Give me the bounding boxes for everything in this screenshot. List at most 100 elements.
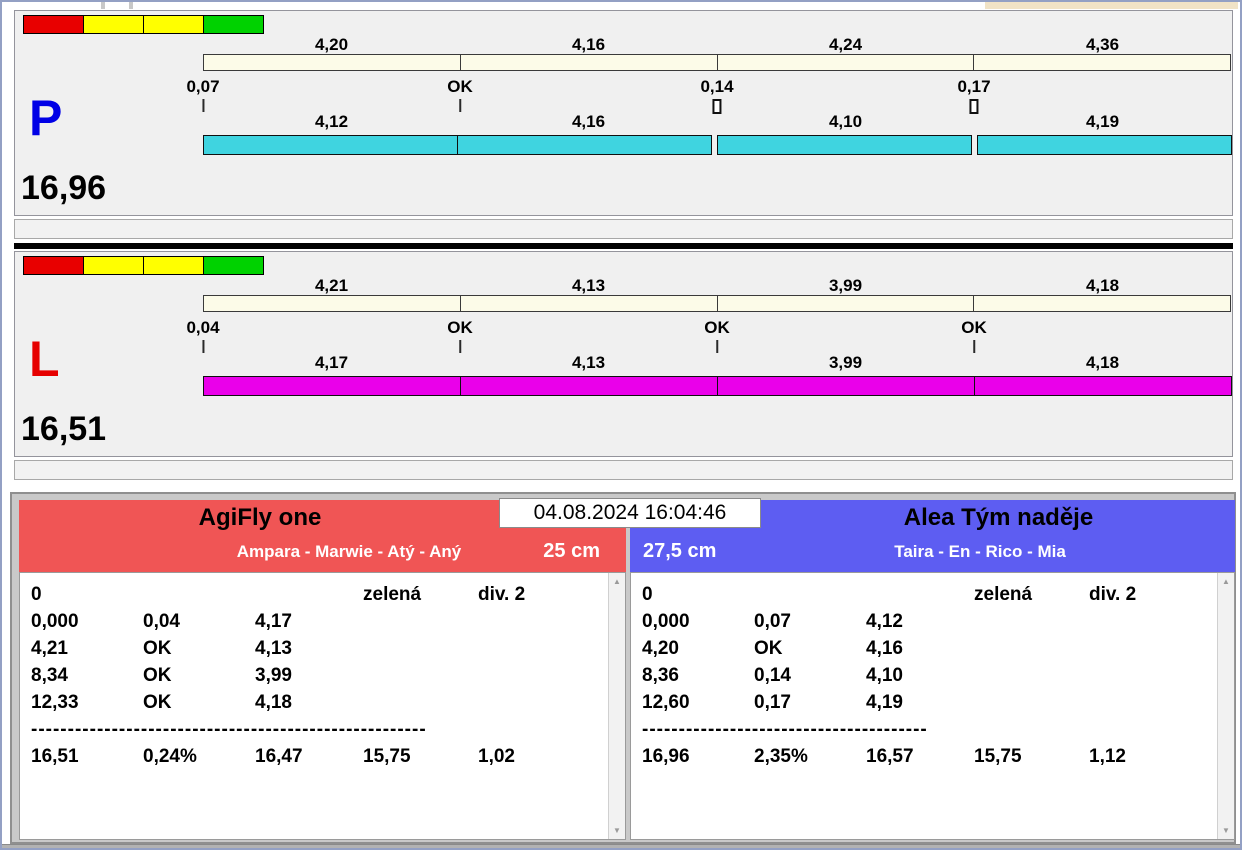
split-values-clean: 4,17 4,13 3,99 4,18 xyxy=(203,353,1231,373)
table-cell: 16,51 xyxy=(31,746,143,768)
bar-segment xyxy=(974,55,1230,70)
checkpoint-label: 0,14 xyxy=(700,77,733,97)
bar-segment xyxy=(457,135,712,155)
split-values-total: 4,21 4,13 3,99 4,18 xyxy=(203,276,1231,296)
table-cell: 0,17 xyxy=(754,692,866,714)
checkpoint: 0,17 xyxy=(957,77,990,114)
split-value: 4,24 xyxy=(717,35,974,55)
table-cell: 16,57 xyxy=(866,746,974,768)
table-cell: 0,24% xyxy=(143,746,255,768)
checkpoint-label: 0,07 xyxy=(186,77,219,97)
run-panel-p: P 4,20 4,16 4,24 4,36 0,07 OK 0,14 0,17 xyxy=(14,10,1233,216)
split-value: 3,99 xyxy=(717,276,974,296)
split-value: 4,18 xyxy=(974,276,1231,296)
results-table-right: ▲ ▼ 0zelenádiv. 20,0000,074,124,20OK4,16… xyxy=(630,572,1235,840)
results-section: AgiFly one Ampara - Marwie - Atý - Aný 2… xyxy=(10,492,1236,844)
scroll-down-icon[interactable]: ▼ xyxy=(1218,826,1234,835)
table-cell: 4,12 xyxy=(866,611,974,633)
table-cell: OK xyxy=(754,638,866,660)
table-row: ----------------------------------------… xyxy=(20,719,625,746)
total-time: 16,51 xyxy=(21,412,106,446)
checkpoint-marker-icon xyxy=(459,340,461,353)
table-cell: 4,18 xyxy=(255,692,363,714)
checkpoint: 0,14 xyxy=(700,77,733,114)
bar-segment xyxy=(203,135,458,155)
checkpoint-label: OK xyxy=(447,318,473,338)
window-chrome-tick xyxy=(101,2,105,9)
jump-height-label: 27,5 cm xyxy=(643,540,716,563)
scroll-up-icon[interactable]: ▲ xyxy=(1218,577,1234,586)
status-segment-green xyxy=(203,256,264,275)
checkpoint-label: OK xyxy=(447,77,473,97)
checkpoint-label: 0,04 xyxy=(186,318,219,338)
checkpoint-label: OK xyxy=(704,318,730,338)
table-row: 4,21OK4,13 xyxy=(20,638,625,665)
table-row: 12,33OK4,18 xyxy=(20,692,625,719)
table-cell: zelená xyxy=(363,584,478,606)
checkpoint-marker-icon xyxy=(973,340,975,353)
table-row: 8,360,144,10 xyxy=(631,665,1234,692)
checkpoint-label: OK xyxy=(961,318,987,338)
table-row: 0 zelenádiv. 2 xyxy=(631,584,1234,611)
results-table-left: ▲ ▼ 0zelenádiv. 20,0000,044,174,21OK4,13… xyxy=(19,572,626,840)
table-cell: 12,60 xyxy=(642,692,754,714)
table-cell: 16,96 xyxy=(642,746,754,768)
table-row: 0zelenádiv. 2 xyxy=(20,584,625,611)
table-cell: 0,04 xyxy=(143,611,255,633)
split-value: 4,20 xyxy=(203,35,460,55)
scroll-up-icon[interactable]: ▲ xyxy=(609,577,625,586)
table-cell: 0,000 xyxy=(31,611,143,633)
split-value: 4,13 xyxy=(460,353,717,373)
checkpoint: OK xyxy=(447,77,473,112)
split-bar-clean xyxy=(203,135,1231,155)
split-values-clean: 4,12 4,16 4,10 4,19 xyxy=(203,112,1231,132)
team-members: Ampara - Marwie - Atý - Aný xyxy=(79,542,619,562)
checkpoint-marker-icon xyxy=(202,340,204,353)
status-segment-yellow xyxy=(143,256,204,275)
split-value: 4,36 xyxy=(974,35,1231,55)
split-values-total: 4,20 4,16 4,24 4,36 xyxy=(203,35,1231,55)
table-row: 0,0000,044,17 xyxy=(20,611,625,638)
split-bar-total xyxy=(203,54,1231,71)
status-segment-yellow xyxy=(83,256,144,275)
table-cell: 4,19 xyxy=(866,692,974,714)
table-row: 0,0000,074,12 xyxy=(631,611,1234,638)
scrollbar[interactable]: ▲ ▼ xyxy=(1217,573,1234,839)
team-members: Taira - En - Rico - Mia xyxy=(740,542,1220,562)
panel-footer-strip xyxy=(14,460,1233,480)
table-row: 16,510,24%16,4715,751,02 xyxy=(20,746,625,773)
bar-segment xyxy=(974,376,1232,396)
team-name: Alea Tým naděje xyxy=(762,504,1235,532)
table-cell: div. 2 xyxy=(1089,584,1136,606)
status-segment-yellow xyxy=(83,15,144,34)
scrollbar[interactable]: ▲ ▼ xyxy=(608,573,625,839)
checkpoint: OK xyxy=(704,318,730,353)
table-cell: 0 xyxy=(642,584,754,606)
scroll-down-icon[interactable]: ▼ xyxy=(609,826,625,835)
bar-segment xyxy=(204,55,461,70)
table-cell: zelená xyxy=(974,584,1089,606)
checkpoint: 0,07 xyxy=(186,77,219,112)
table-cell: 4,20 xyxy=(642,638,754,660)
bar-segment xyxy=(717,376,975,396)
table-cell: 8,34 xyxy=(31,665,143,687)
checkpoint: OK xyxy=(447,318,473,353)
split-value: 4,12 xyxy=(203,112,460,132)
run-panel-l: L 4,21 4,13 3,99 4,18 0,04 OK OK OK xyxy=(14,251,1233,457)
split-value: 3,99 xyxy=(717,353,974,373)
table-cell: 2,35% xyxy=(754,746,866,768)
status-segment-yellow xyxy=(143,15,204,34)
table-cell: div. 2 xyxy=(478,584,525,606)
split-bar-total xyxy=(203,295,1231,312)
jump-height-label: 25 cm xyxy=(543,540,600,563)
table-cell: 4,21 xyxy=(31,638,143,660)
checkpoint: OK xyxy=(961,318,987,353)
application-window: P 4,20 4,16 4,24 4,36 0,07 OK 0,14 0,17 xyxy=(0,0,1242,850)
table-row: 16,962,35%16,5715,751,12 xyxy=(631,746,1234,773)
table-cell: 3,99 xyxy=(255,665,363,687)
bar-segment xyxy=(717,135,972,155)
panel-divider xyxy=(14,243,1233,249)
split-value: 4,10 xyxy=(717,112,974,132)
split-value: 4,21 xyxy=(203,276,460,296)
table-cell: OK xyxy=(143,692,255,714)
